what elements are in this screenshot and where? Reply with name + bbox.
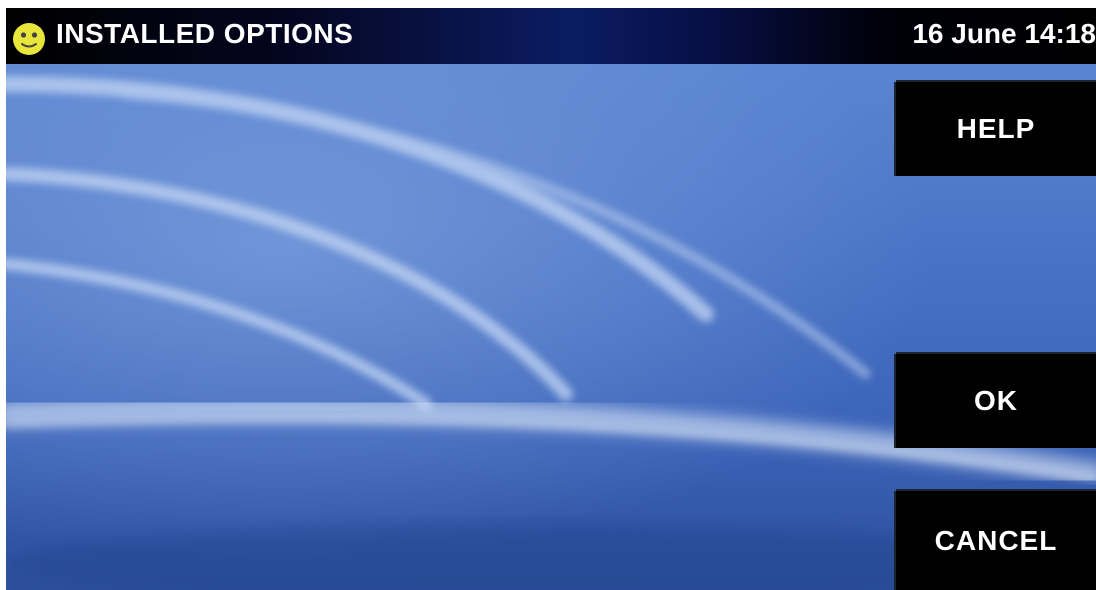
date-time-display: 16 June 14:18: [912, 18, 1096, 49]
smiley-status-icon: [13, 23, 45, 55]
ok-button-label: OK: [974, 385, 1018, 416]
page-title: INSTALLED OPTIONS: [56, 18, 354, 49]
cancel-button[interactable]: CANCEL: [896, 491, 1096, 590]
help-button[interactable]: HELP: [896, 82, 1096, 176]
title-bar: INSTALLED OPTIONS 16 June 14:18: [6, 8, 1096, 64]
help-button-label: HELP: [956, 113, 1036, 144]
ok-button[interactable]: OK: [896, 354, 1096, 448]
device-screen: INSTALLED OPTIONS 16 June 14:18 HELP OK …: [6, 8, 1096, 590]
cancel-button-label: CANCEL: [934, 524, 1058, 556]
